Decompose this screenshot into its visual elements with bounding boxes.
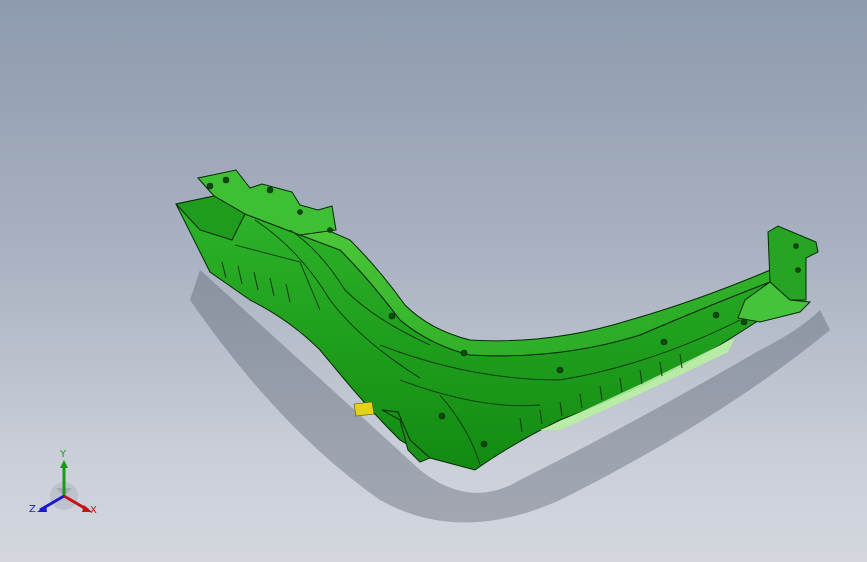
bumper-bracket-part[interactable] — [175, 169, 819, 471]
coordinate-triad-icon — [37, 460, 92, 512]
triad-y-label: Y — [60, 449, 67, 460]
3d-viewport[interactable]: Y X Z — [0, 0, 867, 562]
triad-x-label: X — [90, 505, 97, 516]
part-yellow-marker — [353, 401, 375, 417]
model-canvas[interactable] — [0, 0, 867, 562]
triad-z-label: Z — [29, 504, 36, 515]
view-orientation-triad[interactable]: Y X Z — [26, 448, 106, 528]
